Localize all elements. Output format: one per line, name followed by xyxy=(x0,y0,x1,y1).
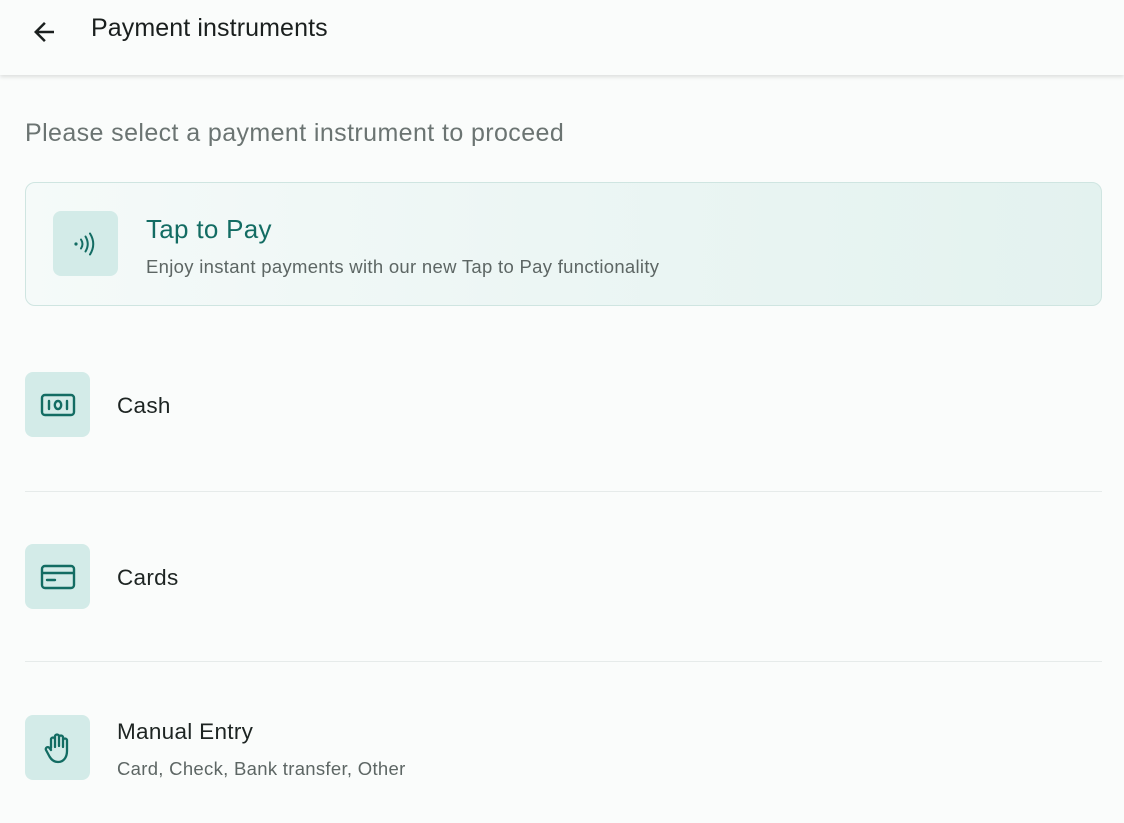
back-button[interactable] xyxy=(28,16,60,48)
instrument-label: Cards xyxy=(117,565,179,590)
divider xyxy=(25,661,1102,662)
tap-to-pay-icon-tile xyxy=(53,211,118,276)
instrument-label: Cash xyxy=(117,393,171,418)
payment-instruments-screen: Payment instruments Please select a paym… xyxy=(0,0,1124,823)
instrument-label: Manual Entry xyxy=(117,719,254,744)
top-app-bar: Payment instruments xyxy=(0,0,1124,75)
instrument-manual-entry[interactable]: Manual Entry Card, Check, Bank transfer,… xyxy=(25,715,1102,795)
arrow-left-icon xyxy=(34,22,54,42)
cash-icon xyxy=(40,393,75,416)
instruction-text: Please select a payment instrument to pr… xyxy=(25,119,565,147)
tap-to-pay-card[interactable]: Tap to Pay Enjoy instant payments with o… xyxy=(25,182,1102,306)
contactless-icon xyxy=(73,232,94,255)
instrument-sublabel: Card, Check, Bank transfer, Other xyxy=(117,758,406,779)
card-icon xyxy=(40,564,75,589)
hand-icon xyxy=(44,732,68,763)
tap-to-pay-title: Tap to Pay xyxy=(146,214,272,244)
instrument-cash[interactable]: Cash xyxy=(25,372,1102,438)
cash-icon-tile xyxy=(25,372,90,437)
card-icon-tile xyxy=(25,544,90,609)
page-title: Payment instruments xyxy=(91,14,328,42)
tap-to-pay-description: Enjoy instant payments with our new Tap … xyxy=(146,256,660,277)
divider xyxy=(25,491,1102,492)
instrument-cards[interactable]: Cards xyxy=(25,544,1102,610)
hand-icon-tile xyxy=(25,715,90,780)
